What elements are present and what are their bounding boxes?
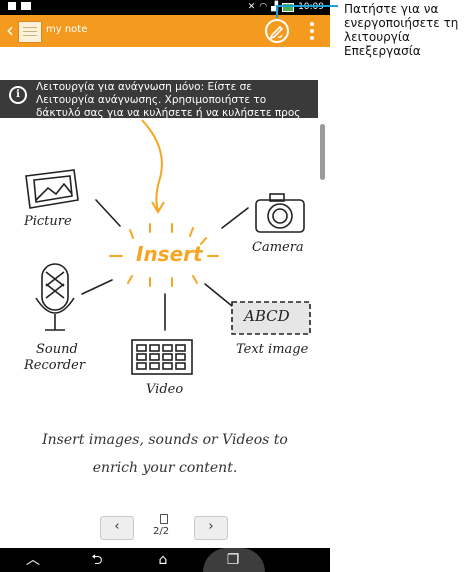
microphone-icon [35,263,75,331]
camera-label: Camera [252,240,304,255]
note-title: my note [46,24,88,35]
home-icon[interactable]: ⌂ [148,550,178,570]
text-image-label: Text image [236,342,309,357]
vertical-dots-icon[interactable] [306,21,318,41]
battery-icon [282,2,295,12]
pen-icon [269,25,284,40]
navigation-bar: ︿ ⮌ ⌂ ❐ [0,548,330,572]
page-icon [160,514,168,524]
callout-text: Πατήστε για να ενεργοποιήσετε τη λειτουρ… [344,2,459,58]
tagline-line2: enrich your content. [92,460,238,476]
callout-line-horizontal [276,5,338,7]
chevron-left-icon[interactable]: ‹ [6,20,14,40]
wifi-icon: ◠ [259,2,268,12]
status-time: 10:09 [298,2,324,12]
insert-word: Insert [136,242,203,266]
picture-icon [25,169,79,209]
status-bar: ✕ ◠ ▟ 10:09 [0,0,330,15]
read-only-banner: i Λειτουργία για ανάγνωση μόνο: Είστε σε… [0,80,318,118]
next-page-button[interactable]: › [194,516,228,540]
edit-mode-button[interactable] [265,19,289,43]
sim-card-icon [8,2,16,10]
picture-label: Picture [24,214,72,229]
notebook-icon[interactable] [18,21,42,43]
collapse-icon[interactable]: ︿ [18,550,48,570]
page-indicator: 2/2 [153,526,170,537]
video-label: Video [146,382,184,397]
action-bar: ‹ my note [0,15,330,47]
sound-label-line2: Recorder [24,358,86,373]
sound-label-line1: Sound [36,342,78,357]
back-icon[interactable]: ⮌ [82,550,112,570]
read-only-message: Λειτουργία για ανάγνωση μόνο: Είστε σε Λ… [36,81,301,118]
video-icon [131,339,193,375]
insert-illustration [25,119,311,375]
text-image-box-text: ABCD [244,307,290,325]
image-notification-icon [21,2,31,10]
phone-screen: ✕ ◠ ▟ 10:09 ‹ my note i Λειτουργία για α… [0,0,330,572]
mute-icon: ✕ [247,2,256,12]
info-icon: i [9,86,27,104]
recents-icon[interactable]: ❐ [218,550,248,570]
camera-icon [255,193,305,233]
prev-page-button[interactable]: ‹ [100,516,134,540]
tagline-line1: Insert images, sounds or Videos to [42,432,288,448]
